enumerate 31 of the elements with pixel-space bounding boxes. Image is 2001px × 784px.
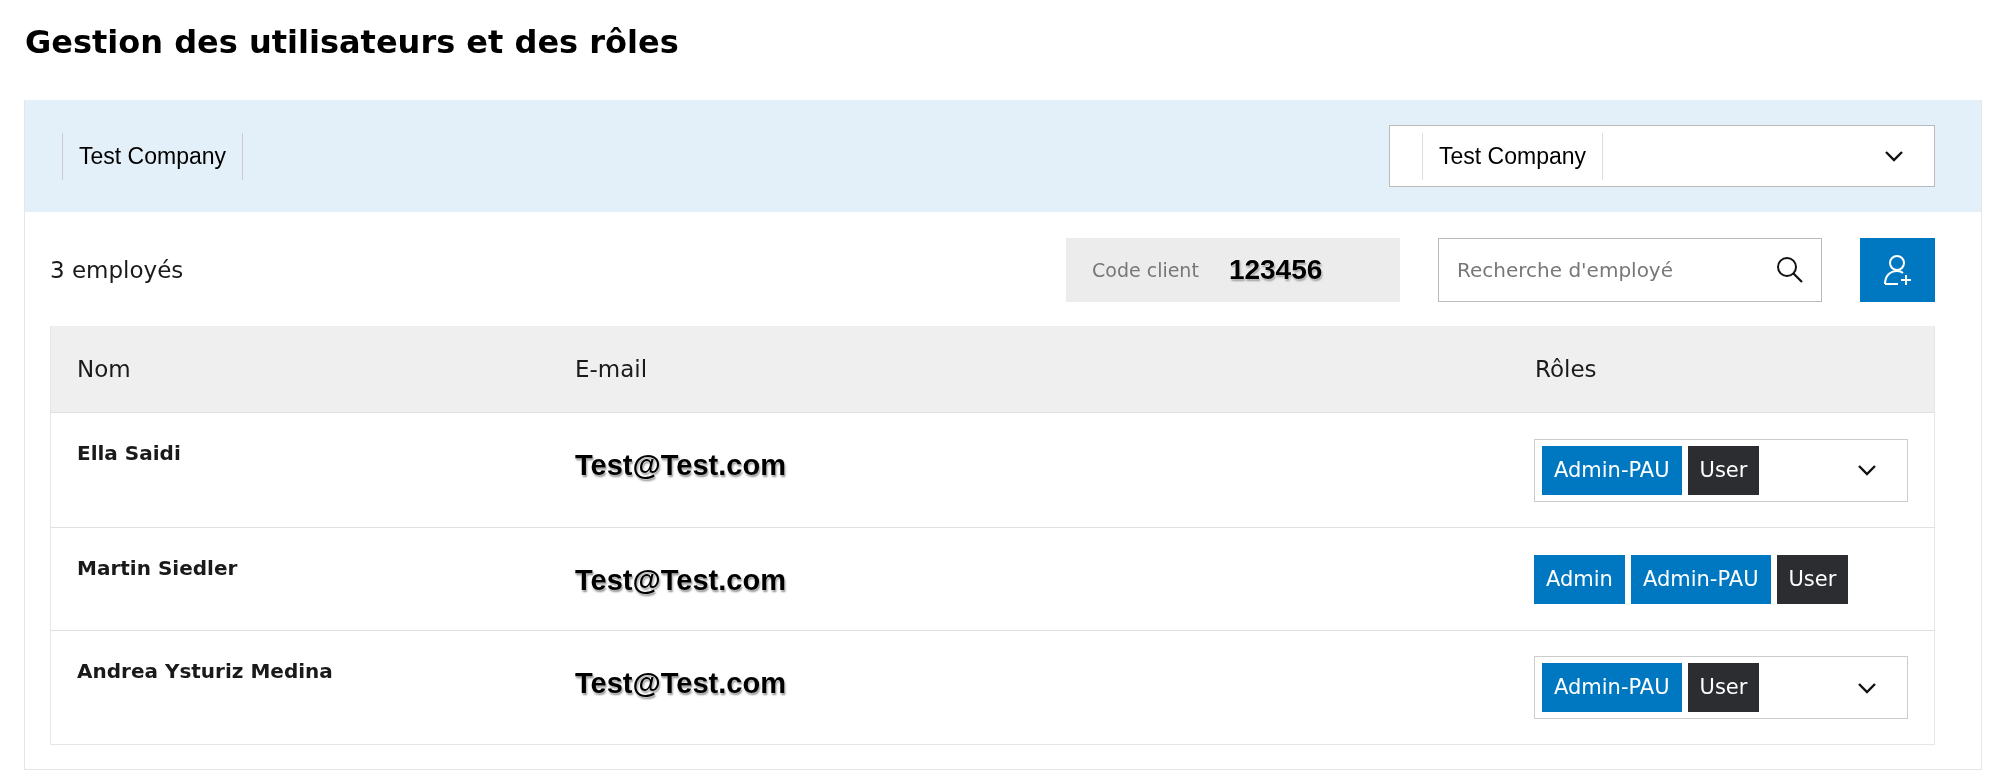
employee-count: 3 employés [50, 257, 184, 283]
chevron-down-icon [1884, 150, 1904, 162]
chevron-down-icon [1857, 464, 1877, 476]
roles-dropdown[interactable]: Admin-PAU User [1534, 656, 1908, 719]
role-tag: Admin [1534, 554, 1625, 604]
employee-name: Andrea Ysturiz Medina [76, 658, 334, 685]
column-header: E-mail [574, 356, 649, 382]
role-tag: Admin-PAU [1542, 445, 1682, 495]
roles-dropdown[interactable]: Admin-PAU User [1534, 438, 1908, 502]
search-field[interactable]: Recherche d'employé [1438, 238, 1822, 302]
page-title: Gestion des utilisateurs et des rôles [25, 22, 680, 63]
client-code-value: 123456 [1228, 254, 1323, 286]
add-user-button[interactable] [1860, 238, 1935, 302]
employee-name: Martin Siedler [76, 555, 239, 582]
chevron-down-icon [1857, 681, 1877, 694]
employee-name: Ella Saidi [76, 440, 182, 467]
role-tag: User [1687, 663, 1760, 712]
employee-email: Test@Test.com [574, 666, 787, 701]
column-header: Rôles [1534, 356, 1598, 382]
person-plus-icon [1882, 254, 1913, 286]
column-header: Nom [76, 356, 132, 382]
employee-email: Test@Test.com [574, 563, 787, 598]
search-icon [1776, 256, 1804, 284]
company-select[interactable]: Test Company [1389, 125, 1935, 187]
client-code-label: Code client [1092, 259, 1199, 281]
role-tag: User [1776, 554, 1849, 604]
company-name: Test Company [62, 132, 243, 180]
role-tag: Admin-PAU [1630, 554, 1771, 604]
role-tag: User [1687, 445, 1760, 495]
role-tag: Admin-PAU [1542, 663, 1682, 712]
employee-email: Test@Test.com [574, 448, 787, 483]
